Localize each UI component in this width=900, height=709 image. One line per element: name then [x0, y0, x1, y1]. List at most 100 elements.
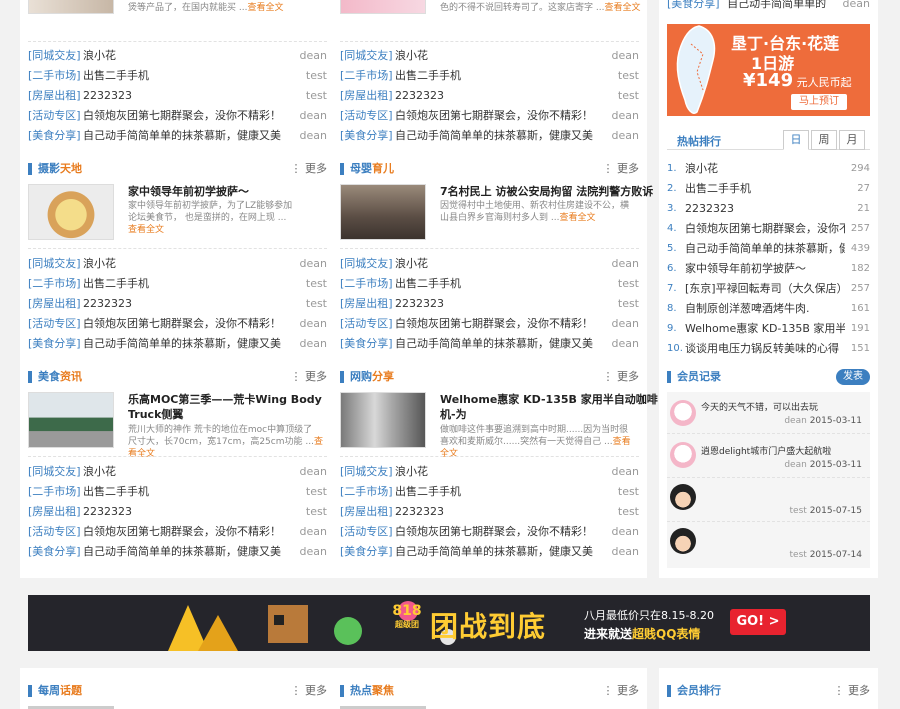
list-item[interactable]: [活动专区] 白领炮灰团第七期群聚会，没你不精彩！ dean [340, 522, 639, 542]
top-left-desc: 煲等产品了，在国内就能买 ...查看全文 [128, 3, 284, 13]
more-link[interactable]: ⋮ 更多 [603, 158, 640, 180]
section-title[interactable]: 会员排行 [677, 680, 721, 702]
top-mid-thumbnail[interactable] [340, 0, 426, 14]
coffee-machine-thumbnail[interactable] [340, 392, 426, 448]
list-item[interactable]: [美食分享] 自己动手简简单单的抹茶慕斯，健康又美 dean [340, 334, 639, 354]
rank-item[interactable]: 8. 自制原创洋葱啤酒烤牛肉. 161 [667, 299, 870, 319]
rank-item[interactable]: 1. 浪小花 294 [667, 159, 870, 179]
post-list-2b: [同城交友] 浪小花 dean [二手市场] 出售二手手机 test [房屋出租] 223… [340, 248, 639, 356]
list-item[interactable]: [美食分享] 自己动手简简单单的抹茶慕斯，健康又美 dean [28, 542, 327, 562]
section-title[interactable]: 母婴育儿 [350, 158, 394, 180]
feature-title-line2[interactable]: Truck侧翼 [128, 407, 183, 422]
rank-item[interactable]: 4. 白领炮灰团第七期群聚会，没你不 257 [667, 219, 870, 239]
list-item[interactable]: [同城交友] 浪小花 dean [340, 254, 639, 274]
read-more-link[interactable]: 查看全文 [247, 3, 283, 13]
section-header-baby: 母婴育儿 ⋮ 更多 [340, 158, 639, 180]
list-item[interactable]: [美食分享] 自己动手简简单单的抹茶慕斯，健康又美 dean [28, 126, 327, 146]
list-item[interactable]: [同城交友] 浪小花 dean [28, 462, 327, 482]
feature-desc: 荒川大师的神作 荒卡的地位在moc中算顶级了 尺寸大，长70cm，宽17cm，高… [128, 425, 323, 459]
list-item[interactable]: [房屋出租] 2232323 test [28, 294, 327, 314]
read-more-link[interactable]: 查看全文 [604, 3, 640, 13]
feature-title-line2[interactable]: 机-为 [440, 407, 467, 422]
list-item[interactable]: [美食分享] 自己动手简简单单的抹茶慕斯，健康又美 dean [340, 542, 639, 562]
list-item[interactable]: [房屋出租] 2232323 test [340, 502, 639, 522]
section-title[interactable]: 摄影天地 [38, 158, 82, 180]
list-item[interactable]: [房屋出租] 2232323 test [28, 502, 327, 522]
section-header-member-rank: 会员排行 ⋮ 更多 [667, 680, 870, 702]
book-now-button[interactable]: 马上预订 [791, 94, 847, 110]
list-item[interactable]: [二手市场] 出售二手手机 test [28, 274, 327, 294]
banner-go-button[interactable]: GO! > [730, 609, 786, 635]
feature-title[interactable]: 乐高MOC第三季——荒卡Wing Body [128, 392, 322, 407]
list-item[interactable]: [活动专区] 白领炮灰团第七期群聚会，没你不精彩！ dean [28, 522, 327, 542]
list-item[interactable]: [同城交友] 浪小花 dean [28, 254, 327, 274]
railway-thumbnail[interactable] [340, 184, 426, 240]
feature-title[interactable]: 家中领导年前初学披萨～ [128, 184, 249, 199]
sidebar-top-row[interactable]: [美食分享] 自己动手简简单单的 dean [667, 0, 870, 12]
tour-ad-banner[interactable]: 垦丁·台东·花莲 1日游 ¥149 元人民币起 马上预订 [667, 24, 870, 116]
list-item[interactable]: [房屋出租] 2232323 test [28, 86, 327, 106]
rank-item[interactable]: 3. 2232323 21 [667, 199, 870, 219]
list-item[interactable]: [房屋出租] 2232323 test [340, 294, 639, 314]
section-title[interactable]: 美食资讯 [38, 366, 82, 388]
taiwan-map-icon [676, 25, 716, 114]
more-link[interactable]: ⋮ 更多 [603, 366, 640, 388]
list-item[interactable]: [二手市场] 出售二手手机 test [28, 66, 327, 86]
rank-item[interactable]: 9. Welhome惠家 KD-135B 家用半 191 [667, 319, 870, 339]
list-item[interactable]: [美食分享] 自己动手简简单单的抹茶慕斯，健康又美 dean [340, 126, 639, 146]
more-link[interactable]: ⋮ 更多 [291, 680, 328, 702]
tab-week[interactable]: 周 [811, 130, 837, 150]
rank-item[interactable]: 7. [东京]平禄回転寿司（大久保店） 257 [667, 279, 870, 299]
more-link[interactable]: ⋮ 更多 [291, 158, 328, 180]
list-item[interactable]: [同城交友] 浪小花 dean [340, 46, 639, 66]
member-records-header: 会员记录 发表 [667, 366, 870, 388]
list-item[interactable]: [二手市场] 出售二手手机 test [340, 66, 639, 86]
pizza-thumbnail[interactable] [28, 184, 114, 240]
rank-item[interactable]: 5. 自己动手简简单单的抹茶慕斯，健 439 [667, 239, 870, 259]
list-item[interactable]: [活动专区] 白领炮灰团第七期群聚会，没你不精彩！ dean [28, 106, 327, 126]
read-more-link[interactable]: 查看全文 [128, 225, 164, 235]
more-link[interactable]: ⋮ 更多 [603, 680, 640, 702]
section-header-weekly: 每周话题 ⋮ 更多 [28, 680, 327, 702]
list-item[interactable]: [活动专区] 白领炮灰团第七期群聚会，没你不精彩！ dean [340, 314, 639, 334]
more-link[interactable]: ⋮ 更多 [834, 680, 871, 702]
section-header-food: 美食资讯 ⋮ 更多 [28, 366, 327, 388]
rank-item[interactable]: 10. 谈谈用电压力锅反转美味的心得 151 [667, 339, 870, 359]
truck-thumbnail[interactable] [28, 392, 114, 448]
feature-title[interactable]: Welhome惠家 KD-135B 家用半自动咖啡 [440, 392, 658, 407]
rank-item[interactable]: 6. 家中领导年前初学披萨～ 182 [667, 259, 870, 279]
section-title[interactable]: 每周话题 [38, 680, 82, 702]
avatar [670, 400, 696, 426]
record-item[interactable]: 今天的天气不错，可以出去玩 dean 2015-03-11 [667, 392, 870, 434]
list-item[interactable]: [美食分享] 自己动手简简单单的抹茶慕斯，健康又美 dean [28, 334, 327, 354]
member-records-list: 今天的天气不错，可以出去玩 dean 2015-03-11 逍恩delight城… [667, 392, 870, 568]
list-item[interactable]: [活动专区] 白领炮灰团第七期群聚会，没你不精彩！ dean [340, 106, 639, 126]
record-item[interactable]: test 2015-07-15 [667, 480, 870, 522]
more-link[interactable]: ⋮ 更多 [291, 366, 328, 388]
hot-rank-header: 热帖排行 日 周 月 [667, 130, 870, 150]
feature-title[interactable]: 7名村民上 访被公安局拘留 法院判警方败诉 [440, 184, 653, 199]
list-item[interactable]: [二手市场] 出售二手手机 test [28, 482, 327, 502]
top-left-thumbnail[interactable] [28, 0, 114, 14]
section-title[interactable]: 热点聚焦 [350, 680, 394, 702]
feature-desc: 做咖啡这件事要追溯到高中时期......因为当时很喜欢和麦斯威尔......突然… [440, 425, 631, 459]
record-item[interactable]: test 2015-07-14 [667, 524, 870, 566]
rank-item[interactable]: 2. 出售二手手机 27 [667, 179, 870, 199]
list-item[interactable]: [房屋出租] 2232323 test [340, 86, 639, 106]
section-header-hot: 热点聚焦 ⋮ 更多 [340, 680, 639, 702]
section-title[interactable]: 网购分享 [350, 366, 394, 388]
list-item[interactable]: [同城交友] 浪小花 dean [340, 462, 639, 482]
list-item[interactable]: [二手市场] 出售二手手机 test [340, 274, 639, 294]
list-item[interactable]: [二手市场] 出售二手手机 test [340, 482, 639, 502]
feature-desc: 家中领导年前初学披萨，为了LZ能够参加论坛美食节， 也是蛮拼的，在网上现 ...… [128, 201, 293, 235]
tab-month[interactable]: 月 [839, 130, 865, 150]
read-more-link[interactable]: 查看全文 [559, 213, 595, 223]
list-item[interactable]: [同城交友] 浪小花 dean [28, 46, 327, 66]
promo-banner[interactable]: 818 超级团 团战到底 八月最低价只在8.15-8.20 进来就送超贱QQ表情… [28, 595, 870, 651]
record-item[interactable]: 逍恩delight城市门户盛大起航啦 dean 2015-03-11 [667, 436, 870, 478]
list-item[interactable]: [活动专区] 白领炮灰团第七期群聚会，没你不精彩！ dean [28, 314, 327, 334]
post-button[interactable]: 发表 [836, 369, 870, 385]
tab-day[interactable]: 日 [783, 130, 809, 150]
banner-character-icon [168, 601, 456, 651]
banner-subtext-1: 八月最低价只在8.15-8.20 [584, 609, 714, 622]
